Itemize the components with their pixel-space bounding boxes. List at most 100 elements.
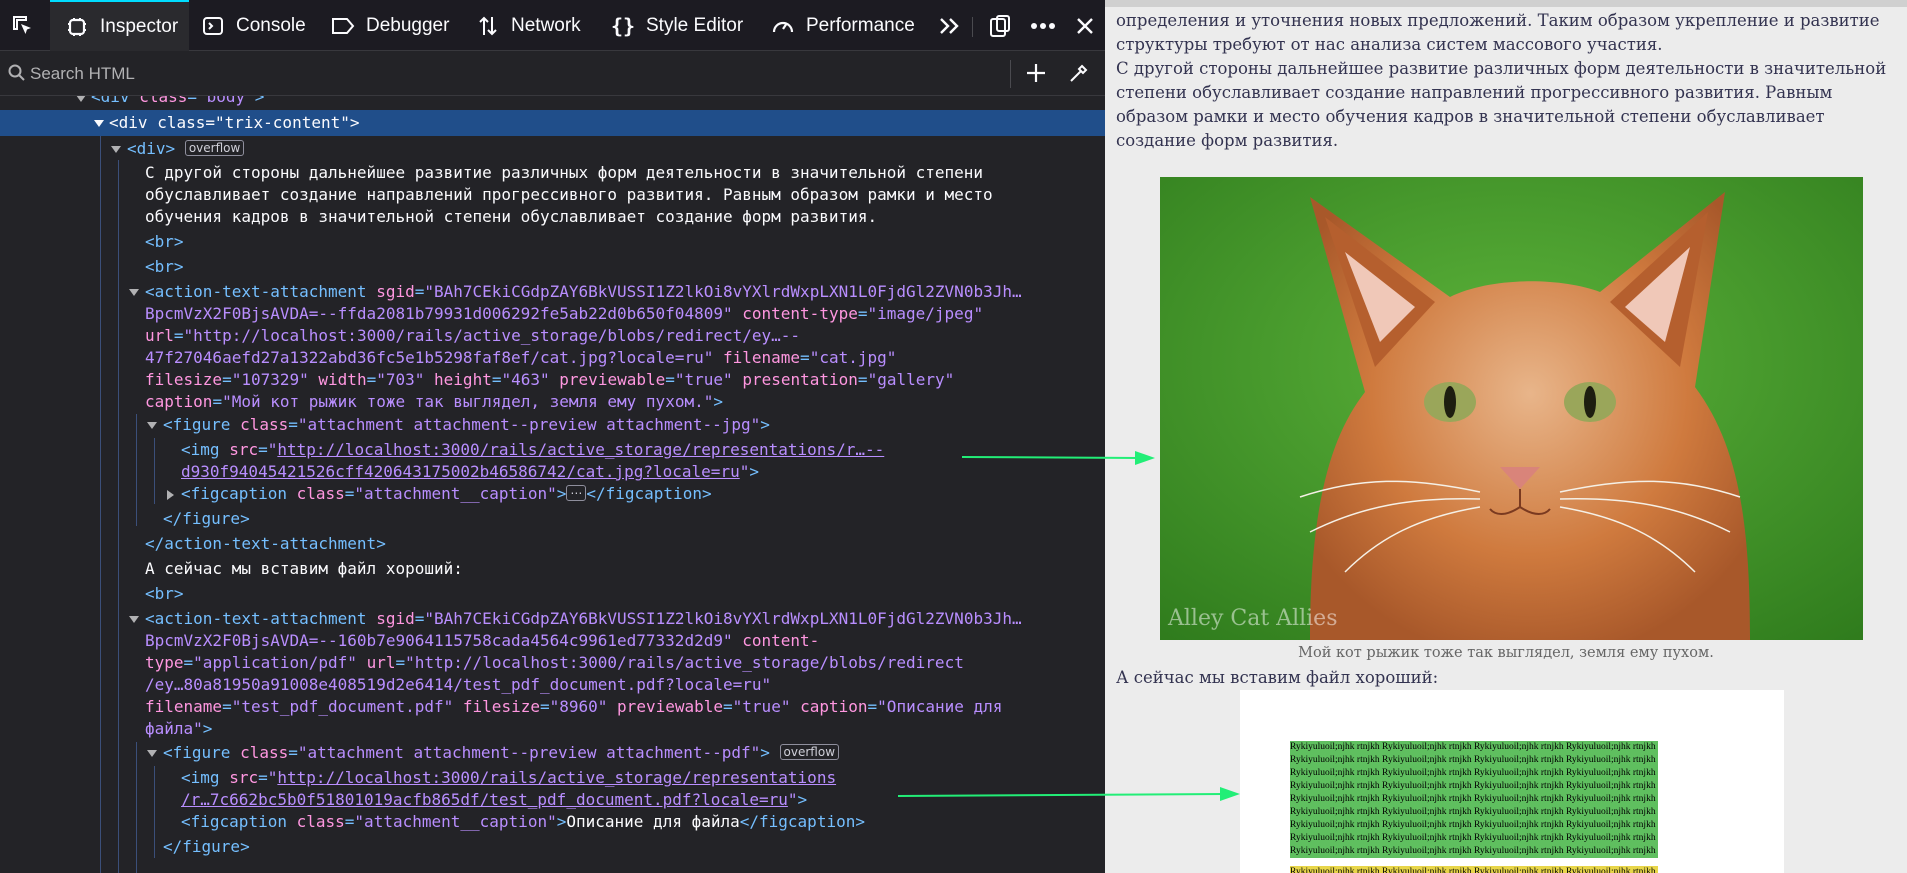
pdf-text-line: Rykiyuluoil;njhk rtnjkh Rykiyuluoil;njhk…	[1290, 767, 1658, 780]
attr-line: d930f94045421526cff420643175002b46586742…	[181, 462, 759, 481]
tab-inspector[interactable]: Inspector	[50, 0, 189, 51]
img-src-link[interactable]: http://localhost:3000/rails/active_stora…	[277, 768, 836, 787]
expand-toggle[interactable]	[76, 96, 86, 102]
network-icon	[475, 13, 501, 39]
chevron-double-right-icon	[940, 17, 959, 34]
pdf-text-line: Rykiyuluoil;njhk rtnjkh Rykiyuluoil;njhk…	[1290, 754, 1658, 767]
node-close-figure[interactable]: </figure>	[163, 508, 250, 530]
text-node[interactable]: обуславливает создание направлений прогр…	[145, 184, 993, 206]
pdf-text-line: Rykiyuluoil;njhk rtnjkh Rykiyuluoil;njhk…	[1290, 832, 1658, 845]
divider	[1010, 60, 1011, 88]
attr-line: /r…7c662bc5b0f51801019acfb865df/test_pdf…	[181, 790, 808, 809]
attr-line: BpcmVzX2F0BjsAVDA=--160b7e9064115758cada…	[145, 631, 820, 650]
attr-line: filename="test_pdf_document.pdf" filesiz…	[145, 697, 1003, 716]
node-action-text-attachment[interactable]: <action-text-attachment sgid="BAh7CEkiCG…	[145, 608, 1022, 630]
attr-line: url="http://localhost:3000/rails/active_…	[145, 326, 801, 345]
collapse-toggle[interactable]	[129, 616, 139, 623]
element-picker-icon	[13, 15, 31, 34]
collapse-toggle[interactable]	[94, 120, 104, 127]
attr-line: файла">	[145, 719, 213, 738]
paragraph: определения и уточнения новых предложени…	[1116, 11, 1880, 54]
pdf-text-line: Rykiyuluoil;njhk rtnjkh Rykiyuluoil;njhk…	[1290, 793, 1658, 806]
node-img[interactable]: <img src="http://localhost:3000/rails/ac…	[181, 439, 884, 461]
paragraph: А сейчас мы вставим файл хороший:	[1116, 668, 1439, 687]
node-br[interactable]: <br>	[145, 583, 184, 605]
search-html-bar	[0, 52, 1105, 96]
tab-network[interactable]: Network	[475, 0, 590, 51]
close-icon	[1077, 17, 1093, 34]
tab-console[interactable]: Console	[200, 0, 310, 51]
responsive-design-icon	[990, 14, 1010, 37]
expand-toggle[interactable]	[167, 490, 174, 500]
img-src-link[interactable]: http://localhost:3000/rails/active_stora…	[277, 440, 884, 459]
collapse-toggle[interactable]	[129, 289, 139, 296]
attr-line: caption="Мой кот рыжик тоже так выглядел…	[145, 392, 723, 411]
attr-line: BpcmVzX2F0BjsAVDA=--ffda2081b79931d00629…	[145, 304, 984, 323]
eyedropper-button[interactable]	[1068, 62, 1090, 88]
attr-line: 47f27046aefd27a1322abd36fc5e1b5298faf8ef…	[145, 348, 897, 367]
attr-line: filesize="107329" width="703" height="46…	[145, 370, 955, 389]
node-figcaption[interactable]: <figcaption class="attachment__caption">…	[181, 483, 712, 505]
text-node[interactable]: С другой стороны дальнейшее развитие раз…	[145, 162, 983, 184]
close-devtools-button[interactable]	[1070, 9, 1100, 42]
overflow-badge[interactable]: overflow	[184, 140, 245, 156]
collapse-toggle[interactable]	[147, 422, 157, 429]
debugger-icon	[330, 13, 356, 39]
pdf-text-line: Rykiyuluoil;njhk rtnjkh Rykiyuluoil;njhk…	[1290, 819, 1658, 832]
node-close-figure[interactable]: </figure>	[163, 836, 250, 858]
node-action-text-attachment[interactable]: <action-text-attachment sgid="BAh7CEkiCG…	[145, 281, 1022, 303]
overflow-badge[interactable]: overflow	[779, 744, 840, 760]
pdf-text-line: Rykiyuluoil;njhk rtnjkh Rykiyuluoil;njhk…	[1290, 780, 1658, 793]
paragraph: С другой стороны дальнейшее развитие раз…	[1116, 59, 1887, 150]
pdf-preview[interactable]: Rykiyuluoil;njhk rtnjkh Rykiyuluoil;njhk…	[1240, 690, 1784, 873]
tree-guide	[154, 438, 155, 504]
img-src-link[interactable]: /r…7c662bc5b0f51801019acfb865df/test_pdf…	[181, 790, 788, 809]
performance-icon	[770, 13, 796, 39]
node-figure[interactable]: <figure class="attachment attachment--pr…	[163, 414, 770, 436]
devtools-menu-button[interactable]	[1027, 9, 1059, 42]
collapse-toggle[interactable]	[147, 750, 157, 757]
tab-label: Console	[236, 14, 306, 36]
markup-tree: <div class="body"> <div class="trix-cont…	[0, 96, 1105, 873]
tab-style-editor[interactable]: {} Style Editor	[610, 0, 760, 51]
pdf-text-line: Rykiyuluoil;njhk rtnjkh Rykiyuluoil;njhk…	[1290, 806, 1658, 819]
collapsed-content-badge[interactable]: ⋯	[566, 485, 587, 501]
divider	[972, 17, 973, 37]
pdf-text-line: Rykiyuluoil;njhk rtnjkh Rykiyuluoil;njhk…	[1290, 845, 1658, 858]
tab-label: Performance	[806, 14, 915, 36]
tree-guide	[100, 136, 101, 873]
pdf-text-line: Rykiyuluoil;njhk rtnjkh Rykiyuluoil;njhk…	[1290, 866, 1658, 873]
tab-label: Style Editor	[646, 14, 744, 36]
plus-icon	[1027, 64, 1045, 82]
add-node-button[interactable]	[1025, 62, 1047, 88]
node-br[interactable]: <br>	[145, 256, 184, 278]
node-div[interactable]: <div> overflow	[127, 138, 245, 160]
node-div-body[interactable]: <div class="body">	[91, 96, 264, 108]
element-picker-button[interactable]	[6, 9, 40, 42]
node-br[interactable]: <br>	[145, 231, 184, 253]
rendered-page: определения и уточнения новых предложени…	[1105, 0, 1907, 873]
node-close-action-text-attachment[interactable]: </action-text-attachment>	[145, 533, 386, 555]
img-src-link[interactable]: d930f94045421526cff420643175002b46586742…	[181, 462, 740, 481]
figure-caption: Мой кот рыжик тоже так выглядел, земля е…	[1298, 645, 1714, 661]
tree-guide	[118, 160, 119, 873]
devtools-toolbar: Inspector Console Debugger Network {} St…	[0, 0, 1105, 51]
tab-debugger[interactable]: Debugger	[330, 0, 455, 51]
tab-performance[interactable]: Performance	[770, 0, 920, 51]
node-figure[interactable]: <figure class="attachment attachment--pr…	[163, 742, 840, 764]
text-node[interactable]: А сейчас мы вставим файл хороший:	[145, 558, 463, 580]
more-tabs-button[interactable]	[934, 9, 964, 42]
page-top-strip	[1105, 0, 1907, 7]
node-figcaption[interactable]: <figcaption class="attachment__caption">…	[181, 811, 865, 833]
search-html-input[interactable]	[30, 60, 990, 88]
cat-image[interactable]: Alley Cat Allies	[1160, 177, 1863, 640]
node-div-trix-content[interactable]: <div class="trix-content">	[109, 112, 360, 134]
node-img[interactable]: <img src="http://localhost:3000/rails/ac…	[181, 767, 836, 789]
text-node[interactable]: обучения кадров в значительной степени о…	[145, 206, 877, 228]
pdf-text-line: Rykiyuluoil;njhk rtnjkh Rykiyuluoil;njhk…	[1290, 741, 1658, 754]
responsive-design-button[interactable]	[985, 9, 1015, 42]
tab-label: Inspector	[100, 15, 179, 37]
collapse-toggle[interactable]	[111, 146, 121, 153]
tab-label: Network	[511, 14, 581, 36]
attr-line: type="application/pdf" url="http://local…	[145, 653, 964, 672]
